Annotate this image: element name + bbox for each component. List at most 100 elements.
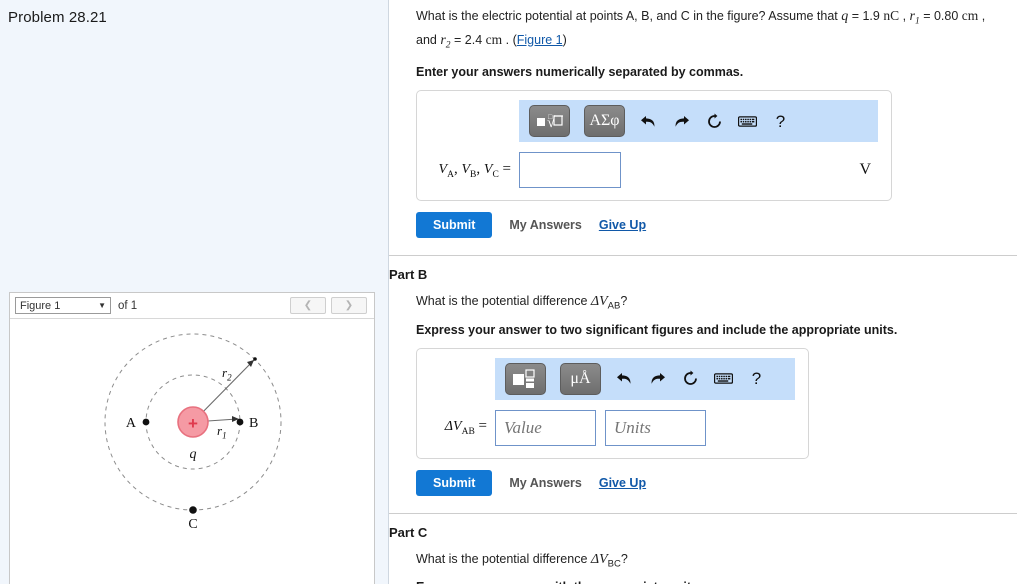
r1-label: r1 <box>217 423 227 441</box>
page-title: Problem 28.21 <box>8 9 107 26</box>
part-a-give-up-link[interactable]: Give Up <box>599 218 646 232</box>
charge-label-q: q <box>190 447 197 462</box>
fraction-template-glyph <box>512 369 535 388</box>
question-mark-icon[interactable]: ? <box>747 370 766 387</box>
label-sub-c: C <box>492 169 499 180</box>
part-b-my-answers-link[interactable]: My Answers <box>509 476 581 490</box>
part-b-math-toolbar: μÅ ? <box>495 357 795 400</box>
part-b-submit-button[interactable]: Submit <box>416 469 493 496</box>
part-a-submit-button[interactable]: Submit <box>416 212 493 238</box>
figure-next-button[interactable]: ❯ <box>331 297 367 314</box>
part-b-question: What is the potential difference ΔVAB? <box>416 294 1024 312</box>
part-b-instruction: Express your answer to two significant f… <box>416 322 898 337</box>
part-b-input-row: ΔVAB = <box>417 400 808 458</box>
figure-viewer: Figure 1 ▼ of 1 ❮ ❯ + A B C q r1 r2 <box>9 292 375 584</box>
math-template-fraction-icon[interactable] <box>505 362 546 395</box>
point-c-label: C <box>188 517 197 532</box>
redo-arrow-icon[interactable] <box>648 371 667 386</box>
question-line-1: What is the electric potential at points… <box>416 9 842 23</box>
figure-diagram: + A B C q r1 r2 <box>10 319 374 583</box>
figure-select[interactable]: Figure 1 ▼ <box>15 297 111 314</box>
r2-endpoint-dot <box>253 357 257 361</box>
part-c-divider <box>389 512 1017 514</box>
redo-arrow-icon[interactable] <box>672 114 691 129</box>
electric-potential-diagram-svg: + A B C q r1 r2 <box>104 333 282 532</box>
part-b-label-delta: ΔV <box>444 419 462 434</box>
part-a-unit-label: V <box>859 161 871 178</box>
label-sub-a: A <box>447 169 454 180</box>
part-c-delta-v: ΔV <box>590 551 608 567</box>
part-b-subscript: AB <box>607 300 621 312</box>
part-a-my-answers-link[interactable]: My Answers <box>509 218 581 232</box>
part-c-question: What is the potential difference ΔVBC? <box>416 552 1024 570</box>
chevron-left-icon: ❮ <box>303 300 313 311</box>
part-c-question-suffix: ? <box>620 551 628 566</box>
label-v-a: V <box>438 161 448 177</box>
answer-instruction: Enter your answers numerically separated… <box>416 65 744 79</box>
q-unit: nC <box>883 8 900 23</box>
undo-arrow-icon[interactable] <box>615 371 634 386</box>
period-paren: . ( <box>502 32 517 47</box>
r1-equals: = 0.80 <box>919 9 962 23</box>
keyboard-glyph <box>714 373 733 384</box>
close-paren: ) <box>562 32 567 47</box>
chevron-right-icon: ❯ <box>344 300 354 311</box>
part-a-math-toolbar: √ □ ΑΣφ ? <box>519 100 878 142</box>
part-b-divider <box>389 255 1017 256</box>
part-b-value-input[interactable] <box>495 409 596 446</box>
r2-unit: cm <box>485 31 503 47</box>
keyboard-icon[interactable] <box>714 372 733 385</box>
part-a-input-label: VA, VB, VC = <box>438 160 511 180</box>
undo-glyph <box>641 115 655 127</box>
figure-1-link[interactable]: Figure 1 <box>517 33 563 47</box>
q-equals: = 1.9 <box>848 9 884 23</box>
figure-prev-button[interactable]: ❮ <box>290 297 326 314</box>
keyboard-glyph <box>738 115 757 127</box>
undo-arrow-icon[interactable] <box>639 114 658 129</box>
keyboard-icon[interactable] <box>738 115 757 128</box>
reset-circular-arrow-icon[interactable] <box>705 113 724 130</box>
figure-count-label: of 1 <box>118 299 138 312</box>
part-c-instruction: Express your answer with the appropriate… <box>416 580 1024 584</box>
question-mark-icon[interactable]: ? <box>771 113 790 130</box>
undo-glyph <box>617 373 631 384</box>
part-b-units-input[interactable] <box>605 409 706 446</box>
point-a-dot <box>142 418 150 426</box>
point-c-dot <box>189 506 197 514</box>
label-sub-b: B <box>470 169 477 180</box>
part-b-input-label: ΔVAB = <box>444 418 487 437</box>
question-block: What is the electric potential at points… <box>389 0 1024 79</box>
part-b-give-up-link[interactable]: Give Up <box>599 476 646 490</box>
greek-symbols-label: ΑΣφ <box>589 112 620 129</box>
reset-circular-arrow-icon[interactable] <box>681 370 700 387</box>
problem-page: Problem 28.21 Figure 1 ▼ of 1 ❮ ❯ + A B … <box>0 0 1024 584</box>
r2-label: r2 <box>222 365 232 383</box>
part-c-title: Part C <box>389 524 428 540</box>
part-a-answer-input[interactable] <box>519 152 621 188</box>
part-a-input-row: VA, VB, VC = V <box>417 142 891 200</box>
figure-nav-group: ❮ ❯ <box>290 297 369 314</box>
redo-glyph <box>675 115 689 127</box>
point-b-dot <box>236 418 244 426</box>
math-template-radical-icon[interactable]: √ □ <box>529 105 570 137</box>
question-statement: What is the electric potential at points… <box>416 7 996 54</box>
r1-unit: cm <box>961 8 979 23</box>
part-a-answer-card: √ □ ΑΣφ ? VA, VB, VC = V <box>416 90 892 201</box>
right-question-panel: What is the electric potential at points… <box>389 0 1024 584</box>
figure-toolbar: Figure 1 ▼ of 1 ❮ ❯ <box>10 293 374 319</box>
left-figure-panel: Problem 28.21 Figure 1 ▼ of 1 ❮ ❯ + A B … <box>0 0 389 584</box>
redo-glyph <box>651 373 665 384</box>
units-symbols-button[interactable]: μÅ <box>560 362 601 395</box>
greek-symbols-button[interactable]: ΑΣφ <box>584 105 625 137</box>
units-symbols-label: μÅ <box>570 369 591 387</box>
charge-plus-sign: + <box>188 414 198 433</box>
r2-equals: = 2.4 <box>450 32 486 47</box>
part-c-question-prefix: What is the potential difference <box>416 551 591 566</box>
comma-1: , <box>899 9 910 23</box>
part-b-submit-row: Submit My Answers Give Up <box>416 469 1024 496</box>
part-b-delta-v: ΔV <box>590 294 608 309</box>
part-b-question-prefix: What is the potential difference <box>416 294 591 308</box>
part-b-label-sub: AB <box>461 427 475 437</box>
part-b-question-suffix: ? <box>620 294 628 308</box>
point-a-label: A <box>126 416 137 431</box>
